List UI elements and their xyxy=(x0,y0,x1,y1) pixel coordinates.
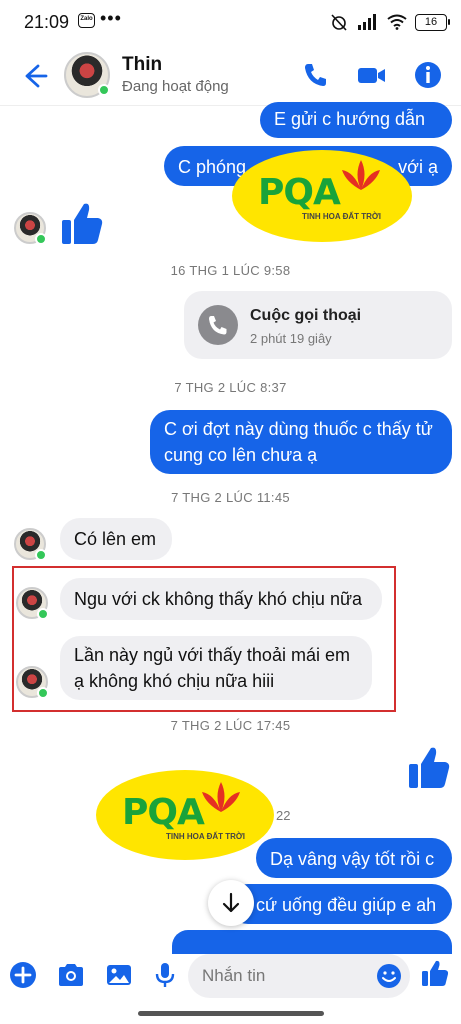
poa-watermark-logo: PQA TINH HOA ĐẤT TRỜI xyxy=(232,150,412,242)
alarm-off-icon xyxy=(331,14,347,31)
timestamp-divider: 7 THG 2 LÚC 8:37 xyxy=(174,380,287,395)
message-input[interactable]: Nhắn tin xyxy=(188,954,410,998)
messenger-chat-screen: 21:09 Zalo ••• 16 Thin Đang hoạt động E … xyxy=(0,0,461,1024)
call-duration: 2 phút 19 giây xyxy=(250,331,332,346)
video-call-icon[interactable] xyxy=(354,58,388,92)
phone-icon xyxy=(198,305,238,345)
online-indicator xyxy=(35,233,47,245)
call-title: Cuộc gọi thoại xyxy=(250,307,362,324)
message-text-end: với ạ xyxy=(398,157,438,177)
message-input-placeholder: Nhắn tin xyxy=(202,966,266,985)
microphone-icon[interactable] xyxy=(150,960,180,990)
message-text-start: C phóng xyxy=(178,157,247,177)
online-indicator xyxy=(98,84,110,96)
message-incoming[interactable]: Lần này ngủ với thấy thoải mái em ạ khôn… xyxy=(60,636,372,700)
online-indicator xyxy=(37,687,49,699)
status-time: 21:09 xyxy=(24,12,70,32)
message-incoming[interactable]: Ngu với ck không thấy khó chịu nữa xyxy=(60,578,382,620)
poa-brand-text: PQA xyxy=(122,792,205,833)
emoji-icon[interactable] xyxy=(376,963,402,989)
signal-icon xyxy=(358,14,376,30)
message-outgoing[interactable]: cứ uống đều giúp e ah xyxy=(228,884,452,924)
timestamp-divider: 16 THG 1 LÚC 9:58 xyxy=(170,263,291,278)
message-incoming[interactable]: Có lên em xyxy=(60,518,172,560)
contact-name[interactable]: Thin xyxy=(122,54,162,76)
scroll-to-bottom-button[interactable] xyxy=(208,880,254,926)
home-indicator[interactable] xyxy=(138,1011,324,1016)
contact-avatar-small[interactable] xyxy=(16,666,49,699)
poa-watermark-logo: PQA TINH HOA ĐẤT TRỜI xyxy=(96,770,274,860)
contact-avatar-small[interactable] xyxy=(14,212,47,245)
lotus-logo-icon xyxy=(342,160,380,190)
like-thumbs-up-icon[interactable] xyxy=(407,744,451,790)
timestamp-divider: 7 THG 2 LÚC 11:45 xyxy=(171,490,290,505)
contact-avatar-small[interactable] xyxy=(16,587,49,620)
back-arrow-icon[interactable] xyxy=(16,58,52,94)
voice-call-card[interactable]: Cuộc gọi thoại 2 phút 19 giây xyxy=(184,291,452,359)
gallery-image-icon[interactable] xyxy=(104,960,134,990)
online-indicator xyxy=(35,549,47,561)
message-outgoing[interactable]: E gửi c hướng dẫn ạ xyxy=(260,102,452,155)
message-composer: Nhắn tin xyxy=(0,948,461,1004)
contact-avatar-small[interactable] xyxy=(14,528,47,561)
wifi-icon xyxy=(387,14,407,30)
contact-avatar[interactable] xyxy=(64,52,110,98)
zalo-icon: Zalo xyxy=(78,13,95,28)
lotus-logo-icon xyxy=(202,782,240,812)
chat-header: Thin Đang hoạt động xyxy=(0,44,461,106)
phone-call-icon[interactable] xyxy=(299,58,333,92)
poa-tagline: TINH HOA ĐẤT TRỜI xyxy=(302,212,381,221)
like-thumbs-up-icon[interactable] xyxy=(60,200,104,246)
camera-icon[interactable] xyxy=(56,960,86,990)
arrow-down-icon xyxy=(222,892,240,913)
message-outgoing[interactable]: Dạ vâng vậy tốt rồi c xyxy=(256,838,452,878)
plus-circle-icon[interactable] xyxy=(8,960,38,990)
status-bar: 21:09 Zalo ••• 16 xyxy=(0,0,461,44)
poa-brand-text: PQA xyxy=(258,172,341,213)
online-indicator xyxy=(37,608,49,620)
battery-icon: 16 xyxy=(415,13,450,31)
timestamp-partial: 22 xyxy=(276,808,291,823)
poa-tagline: TINH HOA ĐẤT TRỜI xyxy=(166,832,245,841)
info-icon[interactable] xyxy=(411,58,445,92)
message-outgoing[interactable]: C ơi đợt này dùng thuốc c thấy tử cung c… xyxy=(150,410,452,474)
timestamp-divider: 7 THG 2 LÚC 17:45 xyxy=(170,718,291,733)
more-notifications-icon: ••• xyxy=(100,8,122,28)
contact-status: Đang hoạt động xyxy=(122,78,229,95)
like-thumbs-up-icon[interactable] xyxy=(420,958,450,988)
